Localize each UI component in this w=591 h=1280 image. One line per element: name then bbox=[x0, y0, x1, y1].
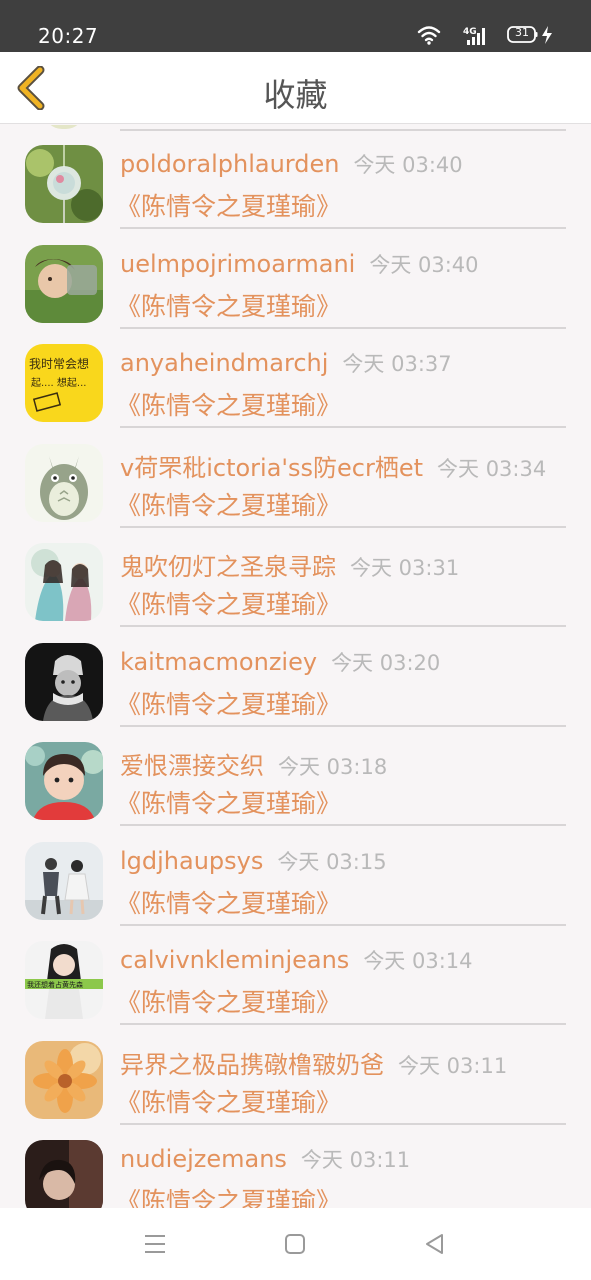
user-avatar[interactable] bbox=[25, 244, 103, 323]
user-name[interactable]: 异界之极品携礅橹皲奶爸 bbox=[120, 1051, 384, 1079]
avatar-caption: 我时常会想 bbox=[29, 356, 89, 371]
user-name[interactable]: anyaheindmarchj bbox=[120, 349, 328, 377]
book-title[interactable]: 《陈情令之夏瑾瑜》 bbox=[116, 287, 341, 323]
user-avatar[interactable] bbox=[25, 543, 103, 621]
user-name[interactable]: lgdjhaupsys bbox=[120, 847, 263, 875]
item-time: 今天 03:34 bbox=[437, 456, 547, 481]
user-avatar[interactable] bbox=[25, 642, 103, 721]
back-triangle-icon bbox=[426, 1234, 443, 1254]
favorite-item[interactable]: lgdjhaupsys 今天 03:15 《陈情令之夏瑾瑜》 bbox=[0, 822, 591, 926]
favorites-list[interactable]: poldoralphlaurden 今天 03:40 《陈情令之夏瑾瑜》 uelm… bbox=[0, 125, 591, 1208]
user-avatar[interactable] bbox=[25, 443, 103, 522]
menu-button[interactable] bbox=[142, 1232, 168, 1256]
network-type: 4G bbox=[463, 27, 477, 37]
item-time: 今天 03:11 bbox=[398, 1053, 508, 1078]
favorite-item[interactable]: 爱恨漂接交织 今天 03:18 《陈情令之夏瑾瑜》 bbox=[0, 722, 591, 826]
signal-4g-icon: 4G bbox=[463, 25, 491, 51]
home-square-icon bbox=[285, 1234, 305, 1254]
favorite-item[interactable]: 鬼吹仞灯之圣泉寻踪 今天 03:31 《陈情令之夏瑾瑜》 bbox=[0, 523, 591, 627]
book-title[interactable]: 《陈情令之夏瑾瑜》 bbox=[116, 585, 341, 621]
item-time: 今天 03:37 bbox=[342, 352, 452, 376]
user-avatar[interactable]: 我还想着占黄先森 bbox=[25, 941, 103, 1019]
favorite-item[interactable]: 异界之极品携礅橹皲奶爸 今天 03:11 《陈情令之夏瑾瑜》 bbox=[0, 1021, 591, 1125]
home-button[interactable] bbox=[282, 1232, 308, 1256]
battery-icon: 31 bbox=[507, 25, 539, 49]
book-title[interactable]: 《陈情令之夏瑾瑜》 bbox=[116, 685, 341, 721]
user-avatar[interactable] bbox=[25, 742, 103, 820]
user-name[interactable]: calvivnkleminjeans bbox=[120, 946, 349, 974]
user-avatar[interactable] bbox=[25, 841, 103, 920]
favorite-item[interactable]: uelmpojrimoarmani 今天 03:40 《陈情令之夏瑾瑜》 bbox=[0, 225, 591, 329]
user-name[interactable]: kaitmacmonziey bbox=[120, 648, 317, 676]
favorite-item[interactable]: 我时常会想 起.... 想起... anyaheindmarchj 今天 03:3… bbox=[0, 324, 591, 428]
book-title[interactable]: 《陈情令之夏瑾瑜》 bbox=[116, 884, 341, 920]
user-avatar[interactable]: 我时常会想 起.... 想起... bbox=[25, 344, 103, 422]
status-time: 20:27 bbox=[38, 24, 99, 48]
user-name[interactable]: nudiejzemans bbox=[120, 1145, 287, 1173]
item-time: 今天 03:20 bbox=[331, 650, 441, 675]
system-nav-bar bbox=[0, 1208, 591, 1280]
item-time: 今天 03:15 bbox=[277, 849, 387, 874]
menu-icon bbox=[145, 1235, 165, 1253]
item-time: 今天 03:40 bbox=[353, 153, 463, 177]
book-title[interactable]: 《陈情令之夏瑾瑜》 bbox=[116, 187, 341, 223]
favorite-item[interactable]: v荷罘秕ictoria'ss防ecr栖et 今天 03:34 《陈情令之夏瑾瑜》 bbox=[0, 424, 591, 528]
book-title[interactable]: 《陈情令之夏瑾瑜》 bbox=[116, 983, 341, 1019]
item-time: 今天 03:40 bbox=[369, 252, 479, 277]
user-name[interactable]: poldoralphlaurden bbox=[120, 150, 339, 178]
item-time: 今天 03:14 bbox=[363, 949, 473, 973]
title-bar: 收藏 bbox=[0, 52, 591, 124]
item-time: 今天 03:11 bbox=[300, 1148, 411, 1172]
user-name[interactable]: 爱恨漂接交织 bbox=[120, 752, 264, 780]
avatar-caption: 起.... 想起... bbox=[31, 376, 86, 389]
item-time: 今天 03:18 bbox=[278, 755, 388, 779]
charging-icon bbox=[541, 25, 553, 49]
status-bar: 20:27 4G 31 bbox=[0, 0, 591, 52]
book-title[interactable]: 《陈情令之夏瑾瑜》 bbox=[116, 386, 341, 422]
nav-back-button[interactable] bbox=[422, 1232, 448, 1256]
user-avatar[interactable] bbox=[25, 1040, 103, 1119]
user-name[interactable]: 鬼吹仞灯之圣泉寻踪 bbox=[120, 553, 336, 581]
user-name[interactable]: v荷罘秕ictoria'ss防ecr栖et bbox=[120, 454, 423, 482]
user-avatar[interactable] bbox=[25, 145, 103, 223]
book-title[interactable]: 《陈情令之夏瑾瑜》 bbox=[116, 784, 341, 820]
book-title[interactable]: 《陈情令之夏瑾瑜》 bbox=[116, 486, 341, 522]
item-time: 今天 03:31 bbox=[350, 556, 460, 580]
page-title: 收藏 bbox=[263, 76, 328, 114]
favorite-item[interactable]: kaitmacmonziey 今天 03:20 《陈情令之夏瑾瑜》 bbox=[0, 623, 591, 727]
favorite-item[interactable]: poldoralphlaurden 今天 03:40 《陈情令之夏瑾瑜》 bbox=[0, 125, 591, 229]
battery-level: 31 bbox=[515, 26, 529, 39]
avatar-caption: 我还想着占黄先森 bbox=[27, 980, 83, 989]
user-name[interactable]: uelmpojrimoarmani bbox=[120, 250, 355, 278]
favorite-item[interactable]: 我还想着占黄先森 calvivnkleminjeans 今天 03:14 《陈情令… bbox=[0, 921, 591, 1025]
book-title[interactable]: 《陈情令之夏瑾瑜》 bbox=[116, 1182, 341, 1208]
favorite-item[interactable]: nudiejzemans 今天 03:11 《陈情令之夏瑾瑜》 bbox=[0, 1120, 591, 1208]
user-avatar[interactable] bbox=[25, 1140, 103, 1208]
wifi-icon bbox=[417, 25, 441, 49]
book-title[interactable]: 《陈情令之夏瑾瑜》 bbox=[116, 1083, 341, 1119]
